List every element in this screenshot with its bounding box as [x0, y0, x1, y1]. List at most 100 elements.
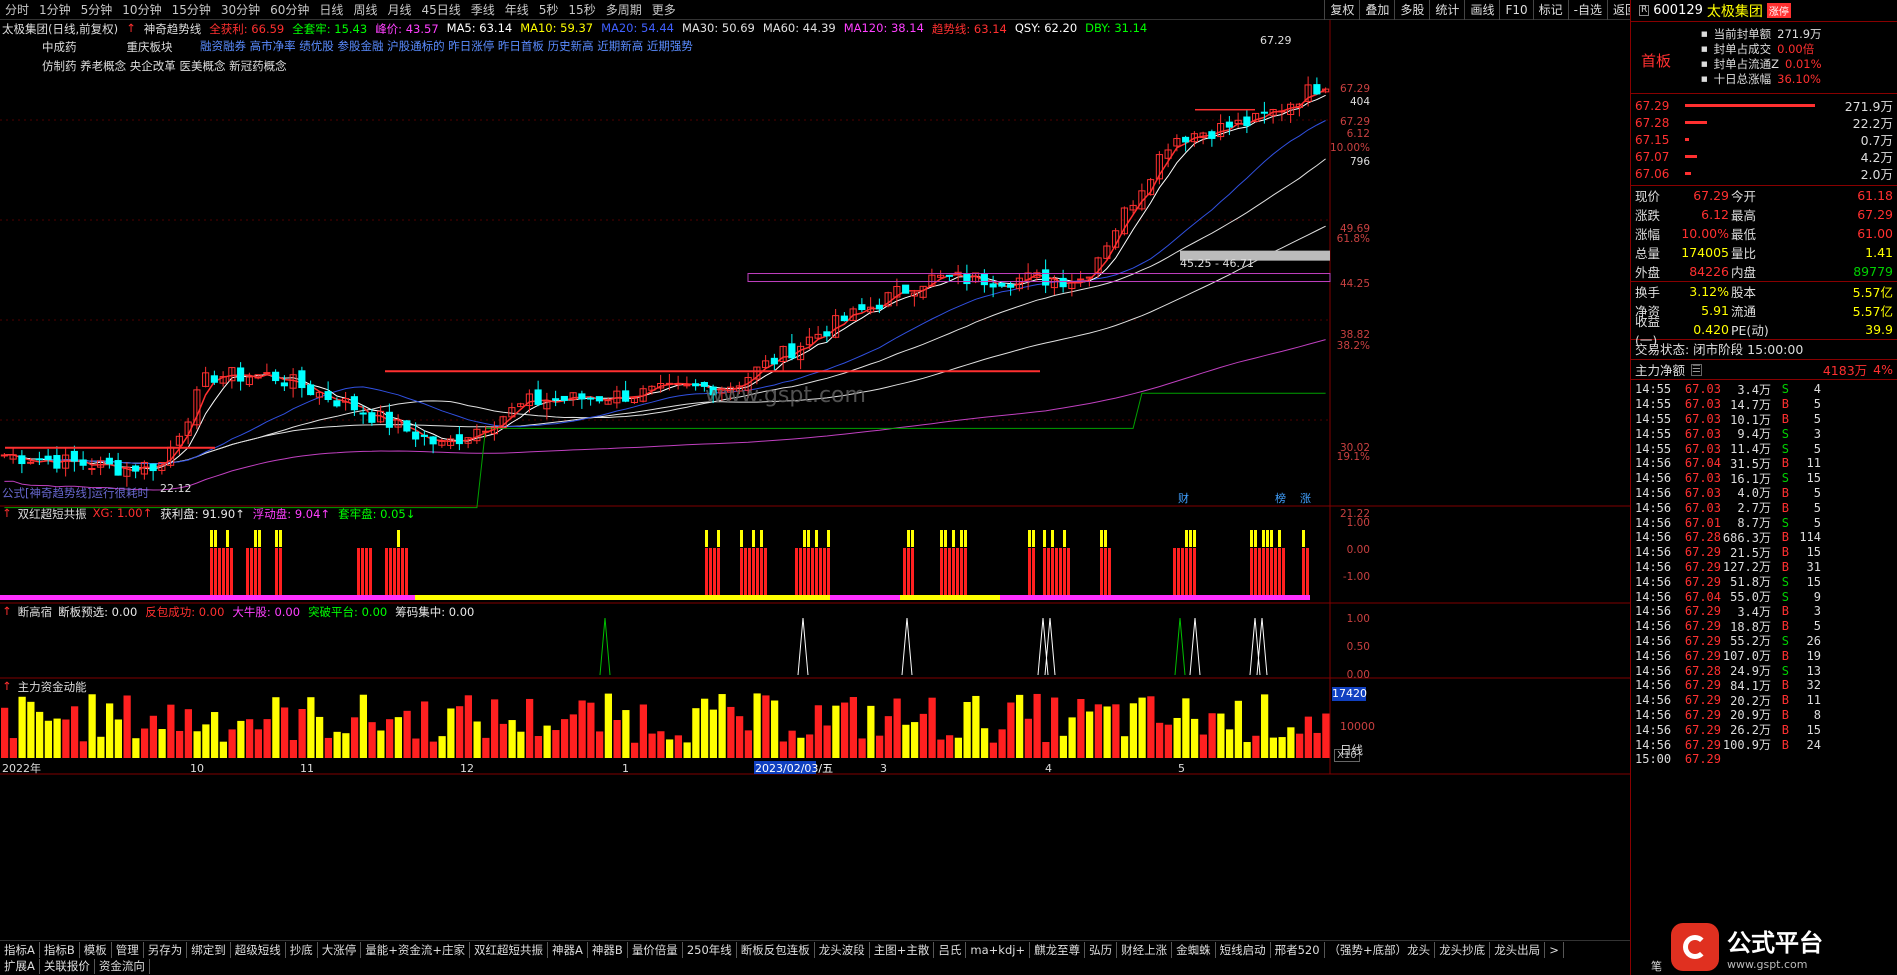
- indicator-tab[interactable]: 龙头抄底: [1435, 941, 1491, 958]
- extension-tab[interactable]: 扩展A: [0, 959, 40, 974]
- indicator-tab[interactable]: 模板: [80, 941, 112, 958]
- indicator-tab[interactable]: 断板反包连板: [737, 941, 815, 958]
- logo-url: www.gspt.com: [1727, 957, 1808, 971]
- indicator-tab[interactable]: ma+kdj+: [966, 941, 1031, 958]
- candle-body: [980, 274, 988, 286]
- indicator-tab[interactable]: 神器A: [548, 941, 588, 958]
- signal-bar: [1306, 548, 1309, 596]
- indicator-tab[interactable]: 弘历: [1085, 941, 1118, 958]
- indicator-tab[interactable]: 抄底: [286, 941, 318, 958]
- indicator-tab[interactable]: 短线启动: [1216, 941, 1271, 958]
- period-tab[interactable]: 季线: [466, 1, 500, 18]
- period-tab[interactable]: 周线: [348, 1, 382, 18]
- indicator-tab[interactable]: 龙头波段: [815, 941, 870, 958]
- bid-row[interactable]: 67.29 271.9万: [1631, 97, 1897, 115]
- tick-count: 5: [1813, 397, 1821, 412]
- indicator-name[interactable]: 神奇趋势线: [144, 21, 202, 37]
- square-icon: ■: [1701, 30, 1708, 38]
- indicator-tab[interactable]: 龙头出局: [1490, 941, 1546, 958]
- indicator-tab[interactable]: （强势+底部）龙头: [1325, 941, 1436, 958]
- bid-row[interactable]: 67.06 2.0万: [1631, 165, 1897, 183]
- indicator-tab[interactable]: 量能+资金流+庄家: [361, 941, 471, 958]
- quote-key: 量比: [1731, 246, 1757, 261]
- indicator-tab[interactable]: 神器B: [588, 941, 628, 958]
- panel4-name[interactable]: 主力资金动能: [18, 679, 87, 695]
- period-tab[interactable]: 10分钟: [117, 1, 166, 18]
- period-label-right[interactable]: 日线: [1340, 742, 1363, 758]
- period-tab[interactable]: 45日线: [416, 1, 465, 18]
- tool-button[interactable]: 复权: [1324, 0, 1359, 20]
- period-tab[interactable]: 年线: [500, 1, 534, 18]
- seal-row: ■ 封单占成交 0.00倍: [1701, 42, 1822, 57]
- bid-row[interactable]: 67.28 22.2万: [1631, 114, 1897, 132]
- signal-bar: [214, 548, 217, 596]
- indicator-tab[interactable]: 量价倍量: [628, 941, 683, 958]
- indicator-tab[interactable]: 麒龙至尊: [1030, 941, 1086, 958]
- fund-bar: [184, 709, 192, 758]
- period-tab[interactable]: 60分钟: [265, 1, 314, 18]
- net-flow-label: 主力净额: [1635, 363, 1686, 378]
- bid-row[interactable]: 67.15 0.7万: [1631, 131, 1897, 149]
- menu-icon[interactable]: ☰: [1691, 363, 1702, 376]
- indicator-tab[interactable]: 绑定到: [187, 941, 231, 958]
- tool-button[interactable]: -自选: [1567, 0, 1607, 20]
- tool-button[interactable]: 标记: [1532, 0, 1568, 20]
- panel3-name[interactable]: 断高宿: [18, 604, 53, 620]
- indicator-tab[interactable]: 管理: [112, 941, 144, 958]
- trade-ticks[interactable]: 14:55 67.03 3.4万 S 4 14:55 67.03 14.7万 B 5 14:55 67…: [1631, 380, 1897, 767]
- signal-baseline-mag: [1012, 595, 1310, 600]
- seal-key: 封单占流通Z: [1713, 57, 1780, 71]
- indicator-tab[interactable]: >: [1545, 941, 1564, 958]
- period-tab[interactable]: 月线: [382, 1, 416, 18]
- tick-time: 14:56: [1635, 456, 1672, 471]
- indicator-tab[interactable]: 双红超短共振: [470, 941, 549, 958]
- kline-svg[interactable]: 67.2940467.296.1210.00%79649.6961.8%44.2…: [0, 20, 1630, 940]
- indicator-tab[interactable]: 指标A: [0, 941, 40, 958]
- candle-body: [114, 460, 122, 476]
- extension-tab[interactable]: 资金流向: [95, 959, 150, 974]
- chart-area[interactable]: 67.29 404 67.29 6.12 10.00% 796 49.69 61.8% 44.2…: [0, 20, 1630, 940]
- panel2-name[interactable]: 双红超短共振: [18, 506, 87, 522]
- candle-body: [578, 393, 586, 400]
- period-tab[interactable]: 分时: [0, 1, 34, 18]
- period-tab[interactable]: 多周期: [601, 1, 647, 18]
- tool-button[interactable]: 画线: [1464, 0, 1499, 20]
- indicator-tab[interactable]: 大涨停: [318, 941, 362, 958]
- trade-status: 交易状态: 闭市阶段 15:00:00: [1631, 340, 1897, 360]
- indicator-tab[interactable]: 吕氏: [934, 941, 967, 958]
- extension-tab[interactable]: 关联报价: [40, 959, 95, 974]
- tool-button[interactable]: F10: [1499, 0, 1532, 20]
- period-tab[interactable]: 15秒: [563, 1, 600, 18]
- indicator-tab[interactable]: 250年线: [683, 941, 737, 958]
- indicator-tab[interactable]: 另存为: [144, 941, 188, 958]
- candle-body: [18, 455, 26, 465]
- fund-bar: [421, 701, 429, 758]
- tick-side: S: [1781, 515, 1789, 530]
- tool-button[interactable]: 统计: [1429, 0, 1464, 20]
- indicator-tab[interactable]: 财经上涨: [1117, 941, 1173, 958]
- signal-bar: [1055, 548, 1058, 596]
- period-tab[interactable]: 5秒: [534, 1, 564, 18]
- candle-body: [945, 274, 953, 277]
- candle-body: [963, 273, 971, 285]
- candle-body: [1059, 277, 1067, 288]
- tick-time: 14:56: [1635, 530, 1672, 545]
- period-tab[interactable]: 更多: [647, 1, 681, 18]
- indicator-tab[interactable]: 主图+主散: [870, 941, 935, 958]
- price-axis-label: 6.12: [1347, 128, 1370, 140]
- period-tab[interactable]: 日线: [314, 1, 348, 18]
- bid-row[interactable]: 67.07 4.2万: [1631, 148, 1897, 166]
- indicator-tab[interactable]: 金蜘蛛: [1172, 941, 1216, 958]
- period-tab[interactable]: 15分钟: [167, 1, 216, 18]
- tick-time: 14:56: [1635, 678, 1672, 693]
- period-tab[interactable]: 30分钟: [216, 1, 265, 18]
- fund-bar: [919, 713, 927, 758]
- panel3-item: 筹码集中: 0.00: [395, 605, 475, 619]
- tool-button[interactable]: 叠加: [1359, 0, 1394, 20]
- tool-button[interactable]: 多股: [1394, 0, 1429, 20]
- indicator-tab[interactable]: 指标B: [40, 941, 80, 958]
- period-tab[interactable]: 5分钟: [76, 1, 118, 18]
- indicator-tab[interactable]: 超级短线: [231, 941, 286, 958]
- period-tab[interactable]: 1分钟: [34, 1, 76, 18]
- indicator-tab[interactable]: 邢者520: [1271, 941, 1325, 958]
